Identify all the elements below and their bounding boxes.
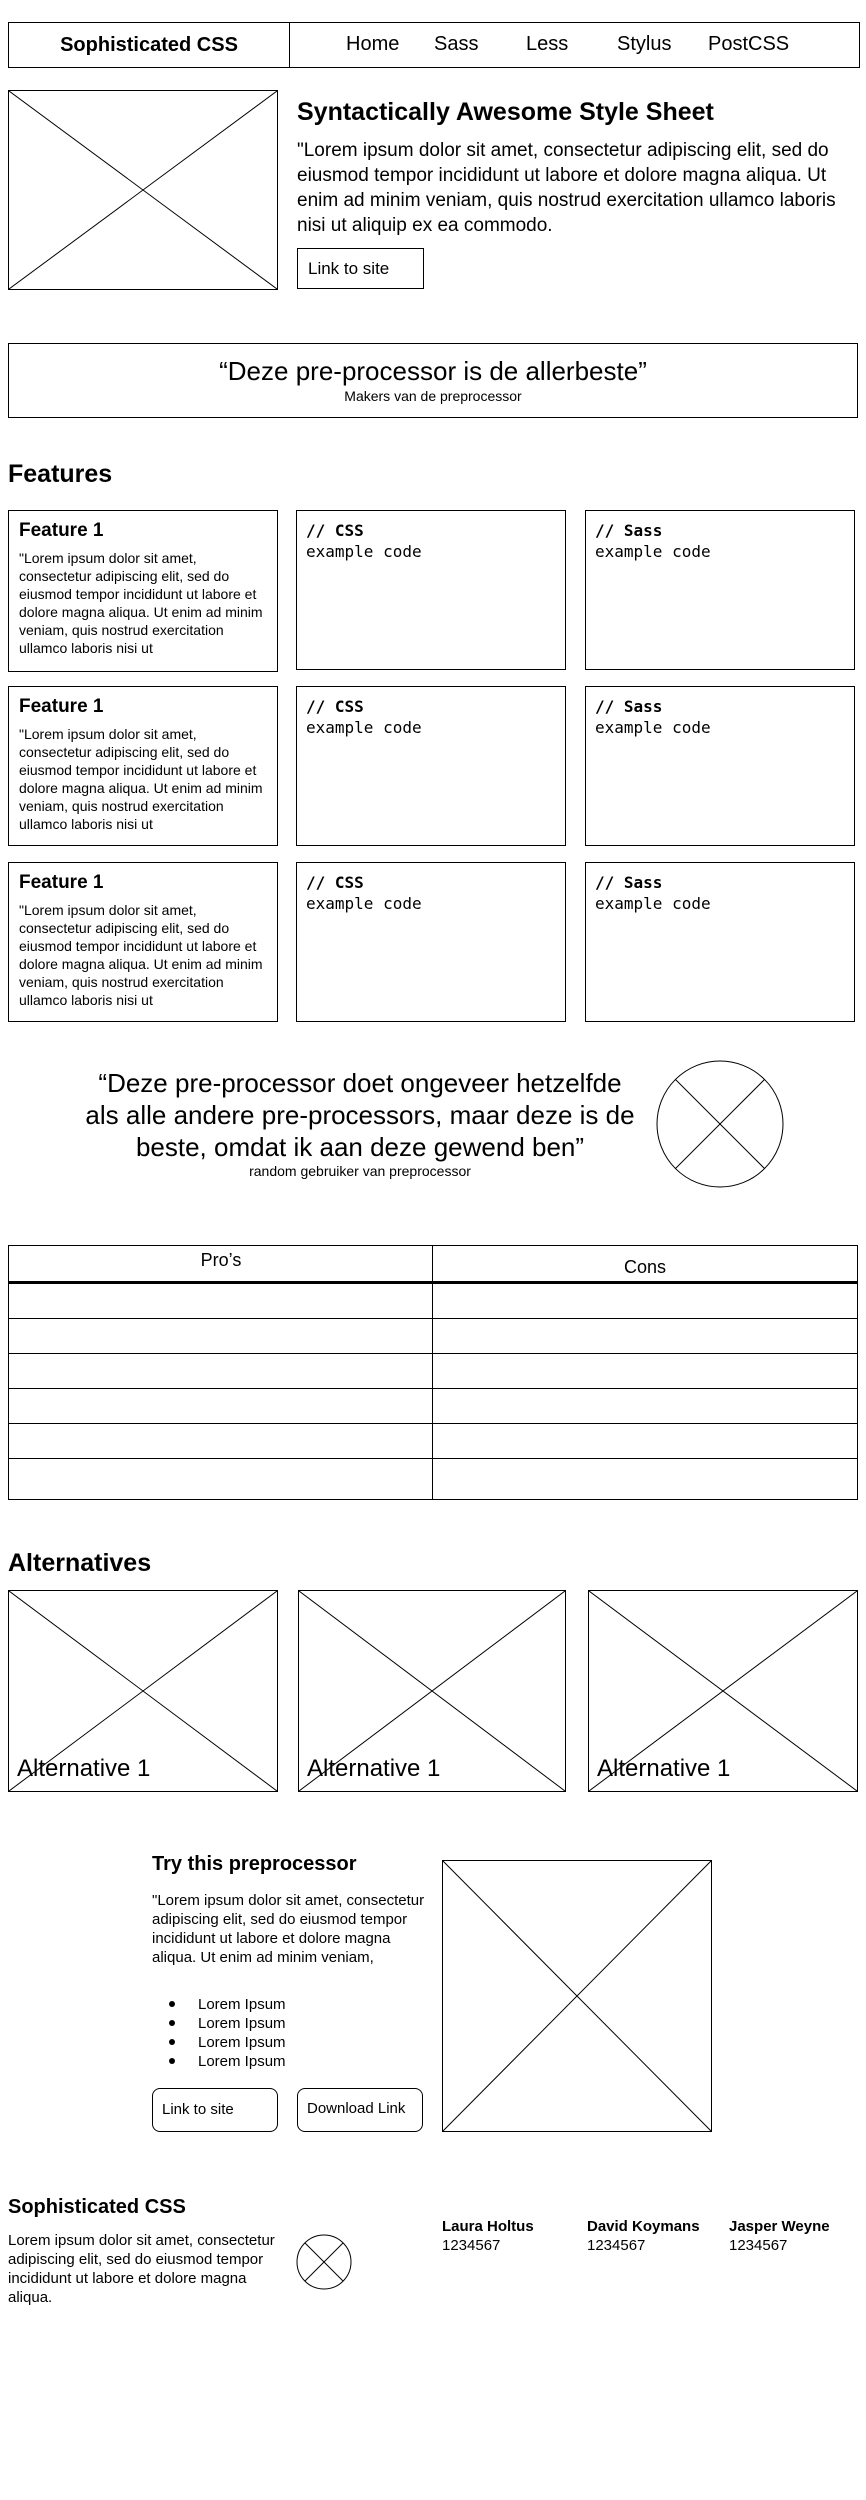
try-title: Try this preprocessor: [152, 1853, 357, 1875]
list-item: Lorem Ipsum: [152, 2014, 286, 2033]
footer-text: Lorem ipsum dolor sit amet, consectetur …: [8, 2232, 275, 2306]
brand-logo[interactable]: Sophisticated CSS: [9, 23, 290, 67]
feature-text: "Lorem ipsum dolor sit amet, consectetur…: [19, 726, 263, 832]
nav-home[interactable]: Home: [346, 33, 399, 56]
nav-stylus[interactable]: Stylus: [617, 33, 671, 56]
avatar: [656, 1060, 784, 1188]
feature-title: Feature 1: [19, 872, 104, 893]
feature-title: Feature 1: [19, 520, 104, 541]
quote-author: Makers van de preprocessor: [344, 388, 522, 404]
list-item: Lorem Ipsum: [152, 2052, 286, 2071]
hero-text: "Lorem ipsum dolor sit amet, consectetur…: [297, 140, 836, 236]
table-row-divider: [9, 1318, 857, 1319]
sass-code: // Sass example code: [595, 521, 711, 561]
quote-text: “Deze pre-processor is de allerbeste”: [219, 356, 647, 386]
quote-banner: “Deze pre-processor is de allerbeste” Ma…: [8, 343, 858, 418]
testimonial-text: “Deze pre-processor doet ongeveer hetzel…: [85, 1068, 635, 1162]
hero-link-button[interactable]: Link to site: [297, 248, 424, 289]
sass-code: // Sass example code: [595, 697, 711, 737]
feature-title: Feature 1: [19, 696, 104, 717]
alternative-card[interactable]: Alternative 1: [298, 1590, 566, 1792]
testimonial-author: random gebruiker van preprocessor: [249, 1163, 471, 1179]
sass-code-block: // Sass example code: [585, 510, 855, 670]
download-link-button[interactable]: Download Link: [297, 2088, 423, 2132]
css-code-block: // CSS example code: [296, 862, 566, 1022]
cons-header: Cons: [623, 1257, 667, 1277]
feature-text: "Lorem ipsum dolor sit amet, consectetur…: [19, 902, 263, 1008]
alternative-label: Alternative 1: [17, 1755, 151, 1782]
try-list: Lorem Ipsum Lorem Ipsum Lorem Ipsum Lore…: [152, 1995, 286, 2071]
alternative-label: Alternative 1: [307, 1755, 441, 1782]
contact-jasper: Jasper Weyne 1234567: [729, 2217, 830, 2255]
nav-postcss[interactable]: PostCSS: [708, 33, 789, 56]
testimonial: “Deze pre-processor doet ongeveer hetzel…: [80, 1067, 640, 1179]
pros-cons-table: Pro’s Cons: [8, 1245, 858, 1500]
footer-brand: Sophisticated CSS: [8, 2196, 186, 2218]
alternative-card[interactable]: Alternative 1: [8, 1590, 278, 1792]
contact-name: Jasper Weyne: [729, 2218, 830, 2235]
list-item: Lorem Ipsum: [152, 2033, 286, 2052]
sass-code-block: // Sass example code: [585, 686, 855, 846]
contact-number: 1234567: [442, 2237, 501, 2254]
alternatives-title: Alternatives: [8, 1549, 152, 1577]
hero-image-placeholder: [8, 90, 278, 290]
feature-card: Feature 1 "Lorem ipsum dolor sit amet, c…: [8, 686, 278, 846]
nav-sass[interactable]: Sass: [434, 33, 478, 56]
css-code: // CSS example code: [306, 697, 422, 737]
nav-less[interactable]: Less: [526, 33, 568, 56]
features-title: Features: [8, 460, 113, 488]
feature-card: Feature 1 "Lorem ipsum dolor sit amet, c…: [8, 862, 278, 1022]
css-code-block: // CSS example code: [296, 686, 566, 846]
table-row-divider: [9, 1388, 857, 1389]
link-to-site-button[interactable]: Link to site: [152, 2088, 278, 2132]
alternative-label: Alternative 1: [597, 1755, 731, 1782]
footer-logo-placeholder: [296, 2234, 352, 2290]
contact-name: Laura Holtus: [442, 2218, 534, 2235]
sass-code: // Sass example code: [595, 873, 711, 913]
site-header: Sophisticated CSS Home Sass Less Stylus …: [8, 22, 860, 68]
contact-number: 1234567: [729, 2237, 788, 2254]
css-code: // CSS example code: [306, 873, 422, 913]
feature-text: "Lorem ipsum dolor sit amet, consectetur…: [19, 550, 263, 656]
contact-number: 1234567: [587, 2237, 646, 2254]
sass-code-block: // Sass example code: [585, 862, 855, 1022]
table-row-divider: [9, 1458, 857, 1459]
table-row-divider: [9, 1423, 857, 1424]
css-code: // CSS example code: [306, 521, 422, 561]
css-code-block: // CSS example code: [296, 510, 566, 670]
try-text: "Lorem ipsum dolor sit amet, consectetur…: [152, 1892, 425, 1966]
list-item: Lorem Ipsum: [152, 1995, 286, 2014]
header-divider: [9, 1281, 857, 1284]
contact-david: David Koymans 1234567: [587, 2217, 700, 2255]
hero-title: Syntactically Awesome Style Sheet: [297, 98, 714, 126]
try-image-placeholder: [442, 1860, 712, 2132]
table-row-divider: [9, 1353, 857, 1354]
contact-name: David Koymans: [587, 2218, 700, 2235]
contact-laura: Laura Holtus 1234567: [442, 2217, 534, 2255]
alternative-card[interactable]: Alternative 1: [588, 1590, 858, 1792]
feature-card: Feature 1 "Lorem ipsum dolor sit amet, c…: [8, 510, 278, 672]
